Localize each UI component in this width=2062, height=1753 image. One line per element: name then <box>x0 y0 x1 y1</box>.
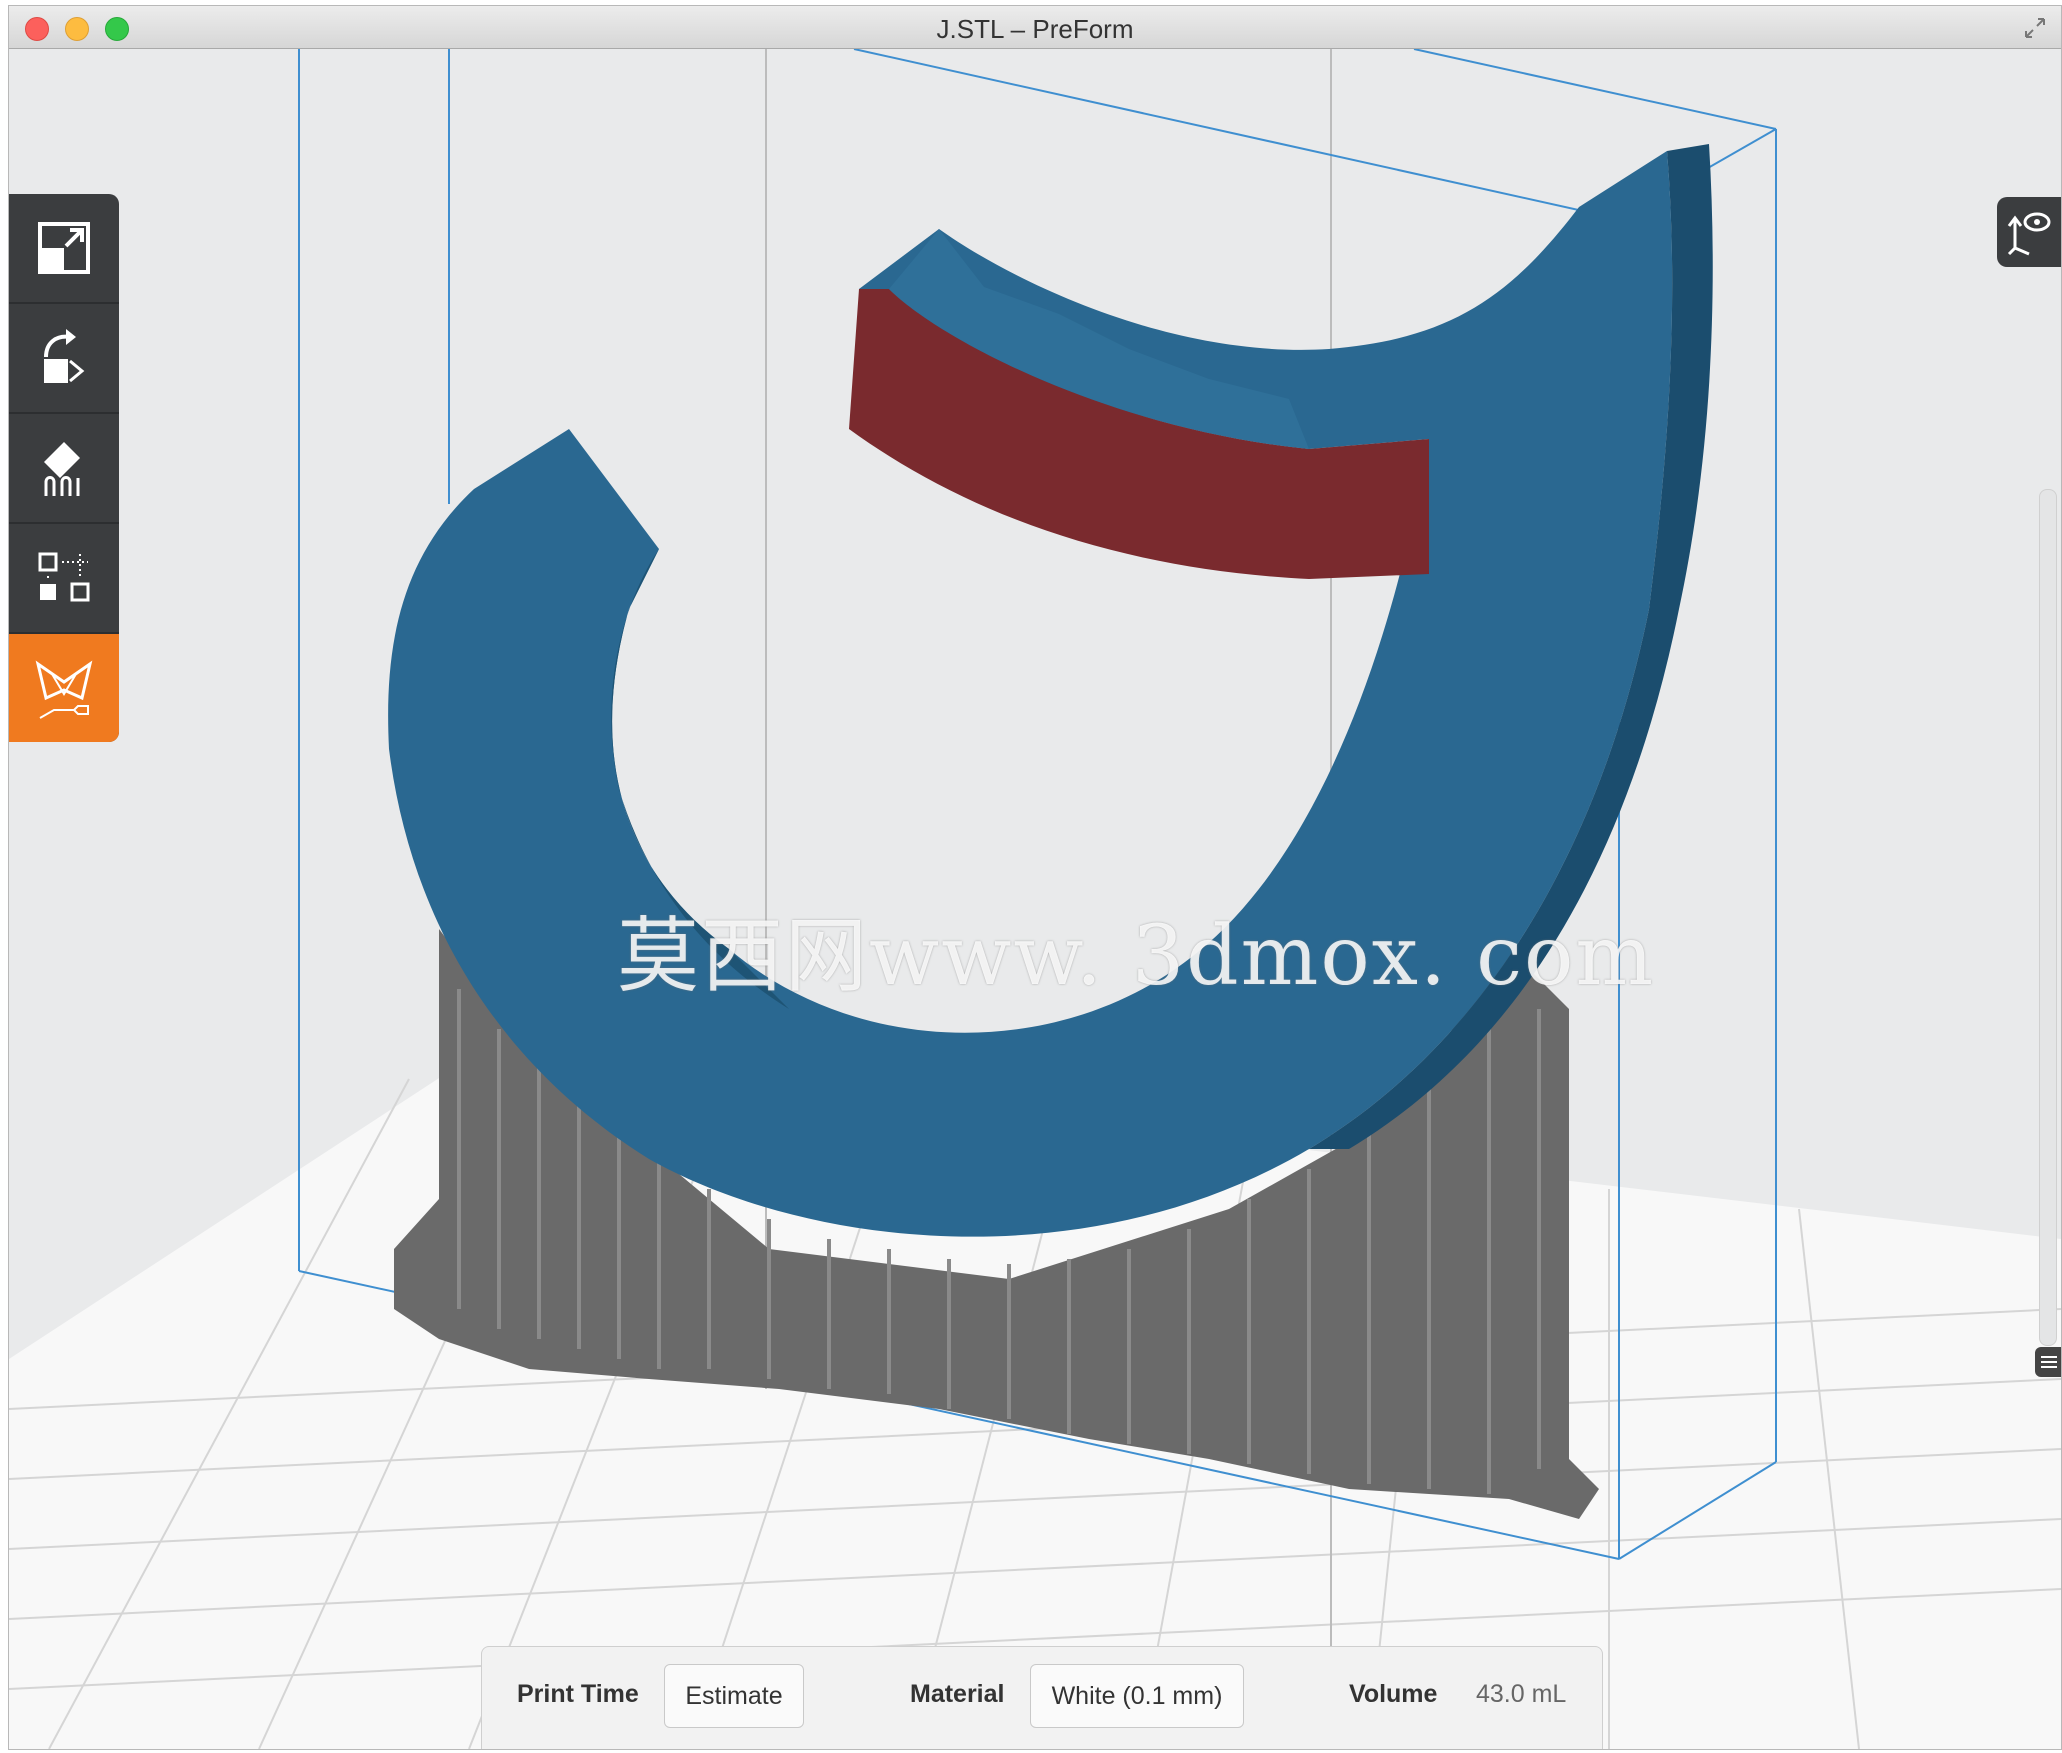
scale-icon <box>38 222 90 274</box>
material-label: Material <box>910 1680 1005 1708</box>
eye-view-icon <box>2007 212 2051 256</box>
orientation-tool[interactable] <box>9 304 119 414</box>
print-tool[interactable] <box>9 634 119 742</box>
watermark: 莫西网www. 3dmox. com <box>617 909 1656 1004</box>
supports-tool[interactable] <box>9 414 119 524</box>
layout-tool[interactable] <box>9 524 119 634</box>
3d-viewport[interactable]: 莫西网www. 3dmox. com <box>9 48 2061 1749</box>
rotate-icon <box>44 329 85 383</box>
volume-value: 43.0 mL <box>1476 1680 1567 1708</box>
fullscreen-icon[interactable] <box>2023 16 2047 40</box>
title-bar: J.STL – PreForm <box>9 6 2061 49</box>
layer-slider-track[interactable] <box>2039 489 2057 1346</box>
estimate-button[interactable]: Estimate <box>664 1664 804 1728</box>
layout-icon <box>38 552 90 602</box>
formlabs-print-icon <box>35 660 93 719</box>
app-window: J.STL – PreForm 莫西网www. 3dmox. com Print… <box>8 5 2062 1750</box>
job-info-bar: Print Time Estimate Material White (0.1 … <box>481 1646 1603 1749</box>
supports-icon <box>44 442 80 496</box>
scale-tool[interactable] <box>9 194 119 304</box>
view-menu-button[interactable] <box>1997 197 2061 267</box>
window-title: J.STL – PreForm <box>936 14 1134 44</box>
layer-slider-handle[interactable] <box>2035 1347 2061 1377</box>
material-select[interactable]: White (0.1 mm) <box>1030 1664 1244 1728</box>
handle-grip-icon <box>2041 1356 2057 1368</box>
print-time-label: Print Time <box>517 1680 639 1708</box>
volume-label: Volume <box>1349 1680 1438 1708</box>
left-toolbar <box>9 194 119 742</box>
